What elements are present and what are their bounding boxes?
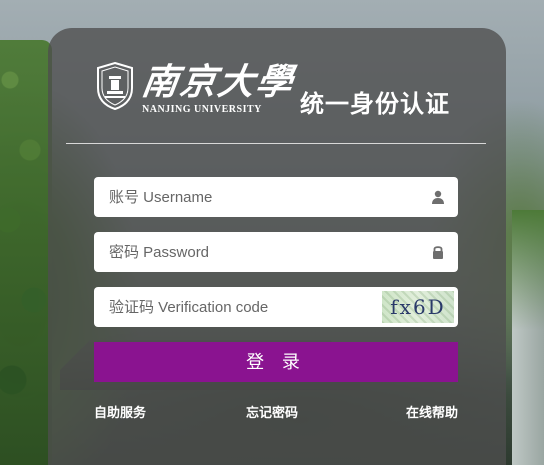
stone-pillar [512, 210, 544, 465]
university-emblem-icon [97, 62, 133, 110]
ivy-wall [0, 40, 52, 465]
university-logo: 南京大學 NANJING UNIVERSITY [96, 61, 297, 122]
captcha-field[interactable]: fx6D [94, 287, 458, 327]
login-button[interactable]: 登 录 [94, 342, 458, 382]
online-help-link[interactable]: 在线帮助 [406, 402, 458, 421]
system-title: 统一身份认证 [300, 90, 450, 118]
captcha-image[interactable]: fx6D [382, 291, 454, 323]
footer-links: 自助服务 忘记密码 在线帮助 [94, 402, 458, 421]
password-field[interactable] [94, 232, 458, 272]
university-name-cn: 南京大學 [139, 61, 297, 103]
forgot-password-link[interactable]: 忘记密码 [246, 402, 298, 421]
username-field[interactable] [94, 177, 458, 217]
self-service-link[interactable]: 自助服务 [94, 402, 146, 421]
header-divider [66, 143, 486, 144]
user-icon [432, 190, 444, 204]
university-name-en: NANJING UNIVERSITY [142, 104, 262, 115]
captcha-text: fx6D [390, 295, 446, 319]
password-input[interactable] [94, 232, 369, 272]
lock-icon [433, 246, 443, 259]
username-input[interactable] [94, 177, 369, 217]
captcha-input[interactable] [94, 287, 369, 327]
